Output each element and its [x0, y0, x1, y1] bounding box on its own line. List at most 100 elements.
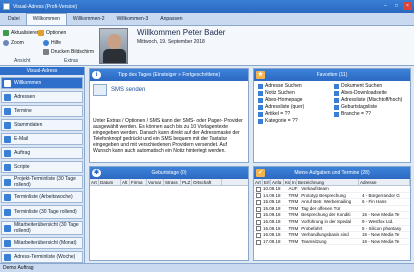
column-header[interactable]: PLZ: [181, 179, 192, 185]
table-row[interactable]: 15.09.18 TRM Probefahrt 5 - Silicon phantas…: [254, 226, 410, 233]
checkbox[interactable]: [256, 219, 261, 225]
checkbox[interactable]: [256, 186, 261, 192]
app-icon: [3, 3, 10, 10]
checkbox[interactable]: [256, 232, 261, 238]
task-icon: ✓: [256, 169, 265, 177]
tasks-header: ✓ Meine Aufgaben und Termine (28): [254, 167, 410, 179]
column-header[interactable]: Anfa: [271, 179, 284, 185]
tasks-list: 10.09.18 AUF Verkaufsteam 14.09.18 TRM Proto…: [254, 186, 410, 246]
list-icon: [334, 97, 339, 103]
group-label-ansicht: Ansicht: [14, 58, 31, 64]
column-header[interactable]: Ortschaft: [192, 179, 222, 185]
table-row[interactable]: 16.09.18 TRM Verhandlungsbasis sind 16 - Ne…: [254, 232, 410, 239]
sidebar-item-email[interactable]: E-Mail: [1, 133, 83, 145]
list-icon: [334, 104, 339, 110]
column-header[interactable]: Kü: [284, 179, 291, 185]
title-bar: Visual-Adress (Profi-Version) – □ ×: [0, 0, 414, 13]
options-icon: [38, 30, 44, 36]
fav-adresse-suchen[interactable]: Adresse Suchen: [258, 83, 302, 89]
filter-icon: [334, 111, 339, 117]
sidebar-item-terminliste-30-tage[interactable]: Terminliste (30 Tage rollend): [1, 205, 83, 219]
column-header[interactable]: Firma: [130, 179, 147, 185]
checkbox[interactable]: [256, 239, 261, 245]
help-button[interactable]: Hilfe: [43, 40, 61, 46]
table-row[interactable]: 10.09.18 AUF Verkaufsteam: [254, 186, 410, 193]
table-row[interactable]: 15.09.18 TRM Anruf Betr. Werbemailing 6 - F…: [254, 199, 410, 206]
favorites-panel: ★ Favoriten (11) Adresse Suchen Notiz Su…: [253, 68, 411, 163]
minimize-icon[interactable]: –: [381, 2, 390, 10]
fav-artikel[interactable]: Artikel = ??: [258, 111, 290, 117]
fav-notiz-suchen[interactable]: Notiz Suchen: [258, 90, 295, 96]
list-icon: [4, 239, 11, 247]
table-row[interactable]: 14.09.18 TRM Prototyp Besprechung 4 - Bürge…: [254, 193, 410, 200]
options-button[interactable]: Optionen: [38, 30, 66, 36]
tab-willkommen-2[interactable]: Willkommen-2: [67, 14, 111, 25]
tip-header: i Tipp des Tages (Einsteiger » Fortgesch…: [90, 69, 248, 81]
sidebar: Visual-Adress Willkommen Adressen Termin…: [0, 67, 85, 263]
zoom-button[interactable]: Zoom: [3, 40, 24, 46]
status-bar: Demo Auftrag: [0, 263, 414, 272]
search-icon: [334, 83, 339, 89]
tab-anpassen[interactable]: Anpassen: [154, 14, 188, 25]
sidebar-item-terminliste-arbeitswoche[interactable]: Terminliste (Arbeitswoche): [1, 191, 83, 203]
checkbox[interactable]: [256, 206, 261, 212]
sidebar-item-mitarbeiter-monat[interactable]: Mitarbeiterübersicht (Monat): [1, 237, 83, 249]
table-row[interactable]: 15.09.18 TRM Tag der offenen Tür: [254, 206, 410, 213]
maximize-icon[interactable]: □: [392, 2, 401, 10]
fav-dokument-suchen[interactable]: Dokument Suchen: [334, 83, 382, 89]
fav-geburtstagsliste[interactable]: Geburtstagsliste: [334, 104, 377, 110]
calendar-icon: [4, 107, 11, 115]
checkbox[interactable]: [256, 193, 261, 199]
column-header[interactable]: Vornar: [147, 179, 164, 185]
tab-datei[interactable]: Datei: [2, 14, 26, 25]
database-icon: [4, 121, 11, 129]
sms-icon: [93, 84, 107, 96]
star-icon: ★: [256, 71, 265, 79]
sidebar-item-mitarbeiter-30-tage[interactable]: Mitarbeiterübersicht (30 Tage rollend): [1, 221, 83, 235]
sidebar-item-scripte[interactable]: Scripte: [1, 161, 83, 173]
birthdays-panel: ✱ Geburtstage (0) Art Datum Alt Firma Vo…: [89, 166, 249, 261]
column-header[interactable]: Art: [90, 179, 99, 185]
sidebar-item-adress-terminliste[interactable]: Adress-Terminliste (Woche): [1, 251, 83, 263]
sidebar-item-willkommen[interactable]: Willkommen: [1, 77, 83, 89]
tip-text: Unter Extras / Optionen / SMS kann der S…: [93, 118, 243, 154]
column-header[interactable]: Datum: [99, 179, 121, 185]
sidebar-item-projekt-terminliste[interactable]: Projekt-Terminliste (30 Tage rollend): [1, 175, 83, 189]
table-row[interactable]: 15.09.18 TRM Vorführung in der Spedal 9 - W…: [254, 219, 410, 226]
column-header[interactable]: Adresse: [359, 179, 410, 185]
window-controls: – □ ×: [381, 2, 412, 10]
column-header[interactable]: Strass: [164, 179, 181, 185]
filter-icon: [258, 118, 263, 124]
sidebar-item-adressen[interactable]: Adressen: [1, 91, 83, 103]
order-icon: [4, 149, 11, 157]
table-row[interactable]: 15.09.18 TRM Besprechung der Konditi 16 - N…: [254, 212, 410, 219]
tasks-panel: ✓ Meine Aufgaben und Termine (28) Art Er…: [253, 166, 411, 261]
fav-abes-downloadseite[interactable]: Abes-Downloadseite: [334, 90, 387, 96]
table-row[interactable]: 17.09.18 TRM Teamsitzung 16 - New Media Te: [254, 239, 410, 246]
close-icon[interactable]: ×: [403, 2, 412, 10]
column-header[interactable]: Art: [254, 179, 263, 185]
tip-subtitle: SMS senden: [93, 84, 245, 96]
globe-icon: [334, 90, 339, 96]
checkbox[interactable]: [256, 199, 261, 205]
refresh-button[interactable]: Aktualisieren: [3, 30, 40, 36]
column-header[interactable]: Bezeichnung: [297, 179, 359, 185]
sidebar-item-stammdaten[interactable]: Stammdaten: [1, 119, 83, 131]
fav-branche[interactable]: Branche = ??: [334, 111, 371, 117]
zoom-icon: [3, 40, 9, 46]
fav-adressliste-quer[interactable]: Adressliste (quer): [258, 104, 304, 110]
fav-adressliste-hoch[interactable]: Adressliste (Mischtoff/hoch): [334, 97, 402, 103]
fav-kategorie[interactable]: Kategorie = ??: [258, 118, 298, 124]
sidebar-item-termine[interactable]: Termine: [1, 105, 83, 117]
column-header[interactable]: Alt: [121, 179, 130, 185]
mail-icon: [4, 135, 11, 143]
fav-abes-homepage[interactable]: Abes-Homepage: [258, 97, 303, 103]
tab-willkommen[interactable]: Willkommen: [25, 13, 67, 25]
column-header[interactable]: Erl: [263, 179, 271, 185]
checkbox[interactable]: [256, 226, 261, 232]
tab-willkommen-3[interactable]: Willkommen-3: [111, 14, 155, 25]
sidebar-item-auftrag[interactable]: Auftrag: [1, 147, 83, 159]
checkbox[interactable]: [256, 213, 261, 219]
print-screen-button[interactable]: Drucken Bildschirm: [43, 49, 94, 55]
list-icon: [4, 178, 11, 186]
